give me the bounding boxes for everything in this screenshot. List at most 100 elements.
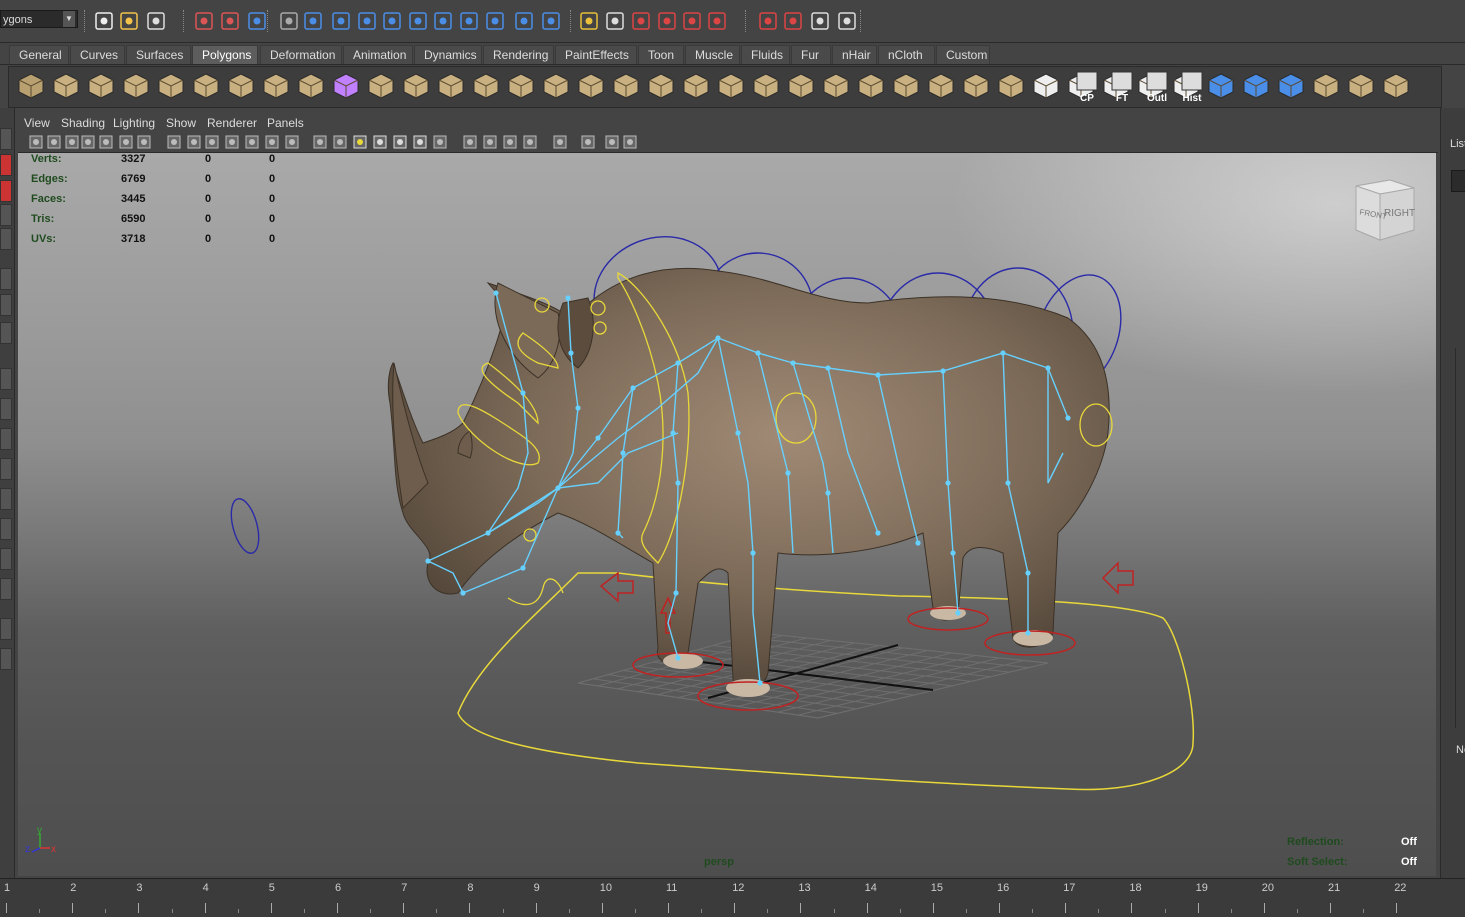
tool-button[interactable]	[0, 578, 12, 600]
shelf-tab-animation[interactable]: Animation	[343, 45, 413, 64]
wedge-icon[interactable]	[925, 70, 957, 102]
channel-name-field[interactable]	[1451, 170, 1465, 192]
shelf-tab-surfaces[interactable]: Surfaces	[126, 45, 191, 64]
camera-select-icon[interactable]	[28, 134, 44, 150]
shelf-tab-fluids[interactable]: Fluids	[741, 45, 790, 64]
poly-cube-icon[interactable]	[50, 70, 82, 102]
fill-hole-icon[interactable]	[680, 70, 712, 102]
duplicate-face-icon[interactable]	[855, 70, 887, 102]
tool-button[interactable]	[0, 368, 12, 390]
joint[interactable]	[950, 550, 956, 556]
cylindrical-map-icon[interactable]	[1205, 70, 1237, 102]
tool-button[interactable]	[0, 228, 12, 250]
joint[interactable]	[675, 655, 681, 661]
magnet-icon-5[interactable]	[757, 10, 779, 32]
isolate-select-icon[interactable]	[552, 134, 568, 150]
select-hierarchy-icon[interactable]	[193, 10, 215, 32]
use-lights-icon[interactable]	[352, 134, 368, 150]
joint[interactable]	[565, 295, 571, 301]
depth-of-field-icon[interactable]	[462, 134, 478, 150]
merge-icon[interactable]	[470, 70, 502, 102]
shelf-tab-polygons[interactable]: Polygons	[192, 45, 258, 64]
joint[interactable]	[1045, 365, 1051, 371]
joint[interactable]	[630, 385, 636, 391]
channel-scroll-area[interactable]	[1455, 348, 1465, 728]
camera-attr-icon[interactable]	[46, 134, 62, 150]
wire-on-shaded-icon[interactable]	[312, 134, 328, 150]
shelf-tab-painteffects[interactable]: PaintEffects	[555, 45, 637, 64]
ft-icon[interactable]	[1345, 70, 1377, 102]
magnet-icon-6[interactable]	[782, 10, 804, 32]
extrude-icon[interactable]	[575, 70, 607, 102]
single-view-icon[interactable]	[580, 134, 596, 150]
xray-icon[interactable]	[244, 134, 260, 150]
sculpt-icon[interactable]	[995, 70, 1027, 102]
xray-joints-icon[interactable]	[482, 134, 498, 150]
render-icon[interactable]	[432, 10, 454, 32]
joint[interactable]	[955, 610, 961, 616]
joint[interactable]	[757, 680, 763, 686]
shadows-icon[interactable]	[372, 134, 388, 150]
poly-sphere-icon[interactable]	[15, 70, 47, 102]
poly-cone-icon[interactable]	[120, 70, 152, 102]
smooth-icon[interactable]	[400, 70, 432, 102]
menu-lighting[interactable]: Lighting	[113, 116, 155, 130]
outliner-icon[interactable]	[1380, 70, 1412, 102]
xray-active-icon[interactable]	[502, 134, 518, 150]
joint[interactable]	[735, 430, 741, 436]
tool-button[interactable]	[0, 518, 12, 540]
tool-button[interactable]	[0, 322, 12, 344]
bevel-icon[interactable]	[820, 70, 852, 102]
bookmark-icon[interactable]	[64, 134, 80, 150]
layer-editor-label[interactable]: Ne	[1456, 744, 1465, 756]
joint[interactable]	[940, 368, 946, 374]
menu-view[interactable]: View	[24, 116, 50, 130]
menu-renderer[interactable]: Renderer	[207, 116, 257, 130]
view-cube[interactable]: FRONT RIGHT	[1348, 178, 1418, 243]
aa-icon[interactable]	[432, 134, 448, 150]
film-gate-icon[interactable]	[118, 134, 134, 150]
magnet-icon-1[interactable]	[630, 10, 652, 32]
joint[interactable]	[1000, 350, 1006, 356]
four-view-icon[interactable]	[604, 134, 620, 150]
bridge-icon[interactable]	[610, 70, 642, 102]
joint[interactable]	[750, 550, 756, 556]
joint[interactable]	[785, 470, 791, 476]
joint[interactable]	[575, 405, 581, 411]
shelf-tab-dynamics[interactable]: Dynamics	[414, 45, 482, 64]
shelf-tab-ncloth[interactable]: nCloth	[878, 45, 935, 64]
lock-icon[interactable]	[578, 10, 600, 32]
poly-soccer-icon[interactable]	[295, 70, 327, 102]
new-scene-icon[interactable]	[93, 10, 115, 32]
motion-blur-icon[interactable]	[412, 134, 428, 150]
tool-button[interactable]	[0, 204, 12, 226]
save-scene-icon[interactable]	[145, 10, 167, 32]
magnet-icon-3[interactable]	[681, 10, 703, 32]
split-icon[interactable]	[715, 70, 747, 102]
tool-button[interactable]	[0, 648, 12, 670]
hist-shelf-button[interactable]: Hist	[1176, 70, 1208, 104]
cp-shelf-button[interactable]: CP	[1071, 70, 1103, 104]
tool-button[interactable]	[0, 268, 12, 290]
channel-list-label[interactable]: List	[1450, 138, 1465, 150]
joint[interactable]	[1065, 415, 1071, 421]
grease-pencil-icon[interactable]	[98, 134, 114, 150]
joint[interactable]	[875, 372, 881, 378]
insert-loop-icon[interactable]	[750, 70, 782, 102]
magnet-icon-2[interactable]	[656, 10, 678, 32]
joint[interactable]	[555, 485, 561, 491]
chip-off-icon[interactable]	[890, 70, 922, 102]
image-plane-icon[interactable]	[80, 134, 96, 150]
history-icon[interactable]	[407, 10, 429, 32]
joint[interactable]	[425, 558, 431, 564]
joint[interactable]	[825, 365, 831, 371]
help-icon[interactable]	[540, 10, 562, 32]
shelf-tab-curves[interactable]: Curves	[70, 45, 125, 64]
soften-edge-icon[interactable]	[1030, 70, 1062, 102]
shelf-tab-fur[interactable]: Fur	[791, 45, 831, 64]
joint[interactable]	[1025, 630, 1031, 636]
outl-shelf-button[interactable]: Outl	[1141, 70, 1173, 104]
backface-icon[interactable]	[522, 134, 538, 150]
select-object-icon[interactable]	[219, 10, 241, 32]
joint[interactable]	[615, 530, 621, 536]
